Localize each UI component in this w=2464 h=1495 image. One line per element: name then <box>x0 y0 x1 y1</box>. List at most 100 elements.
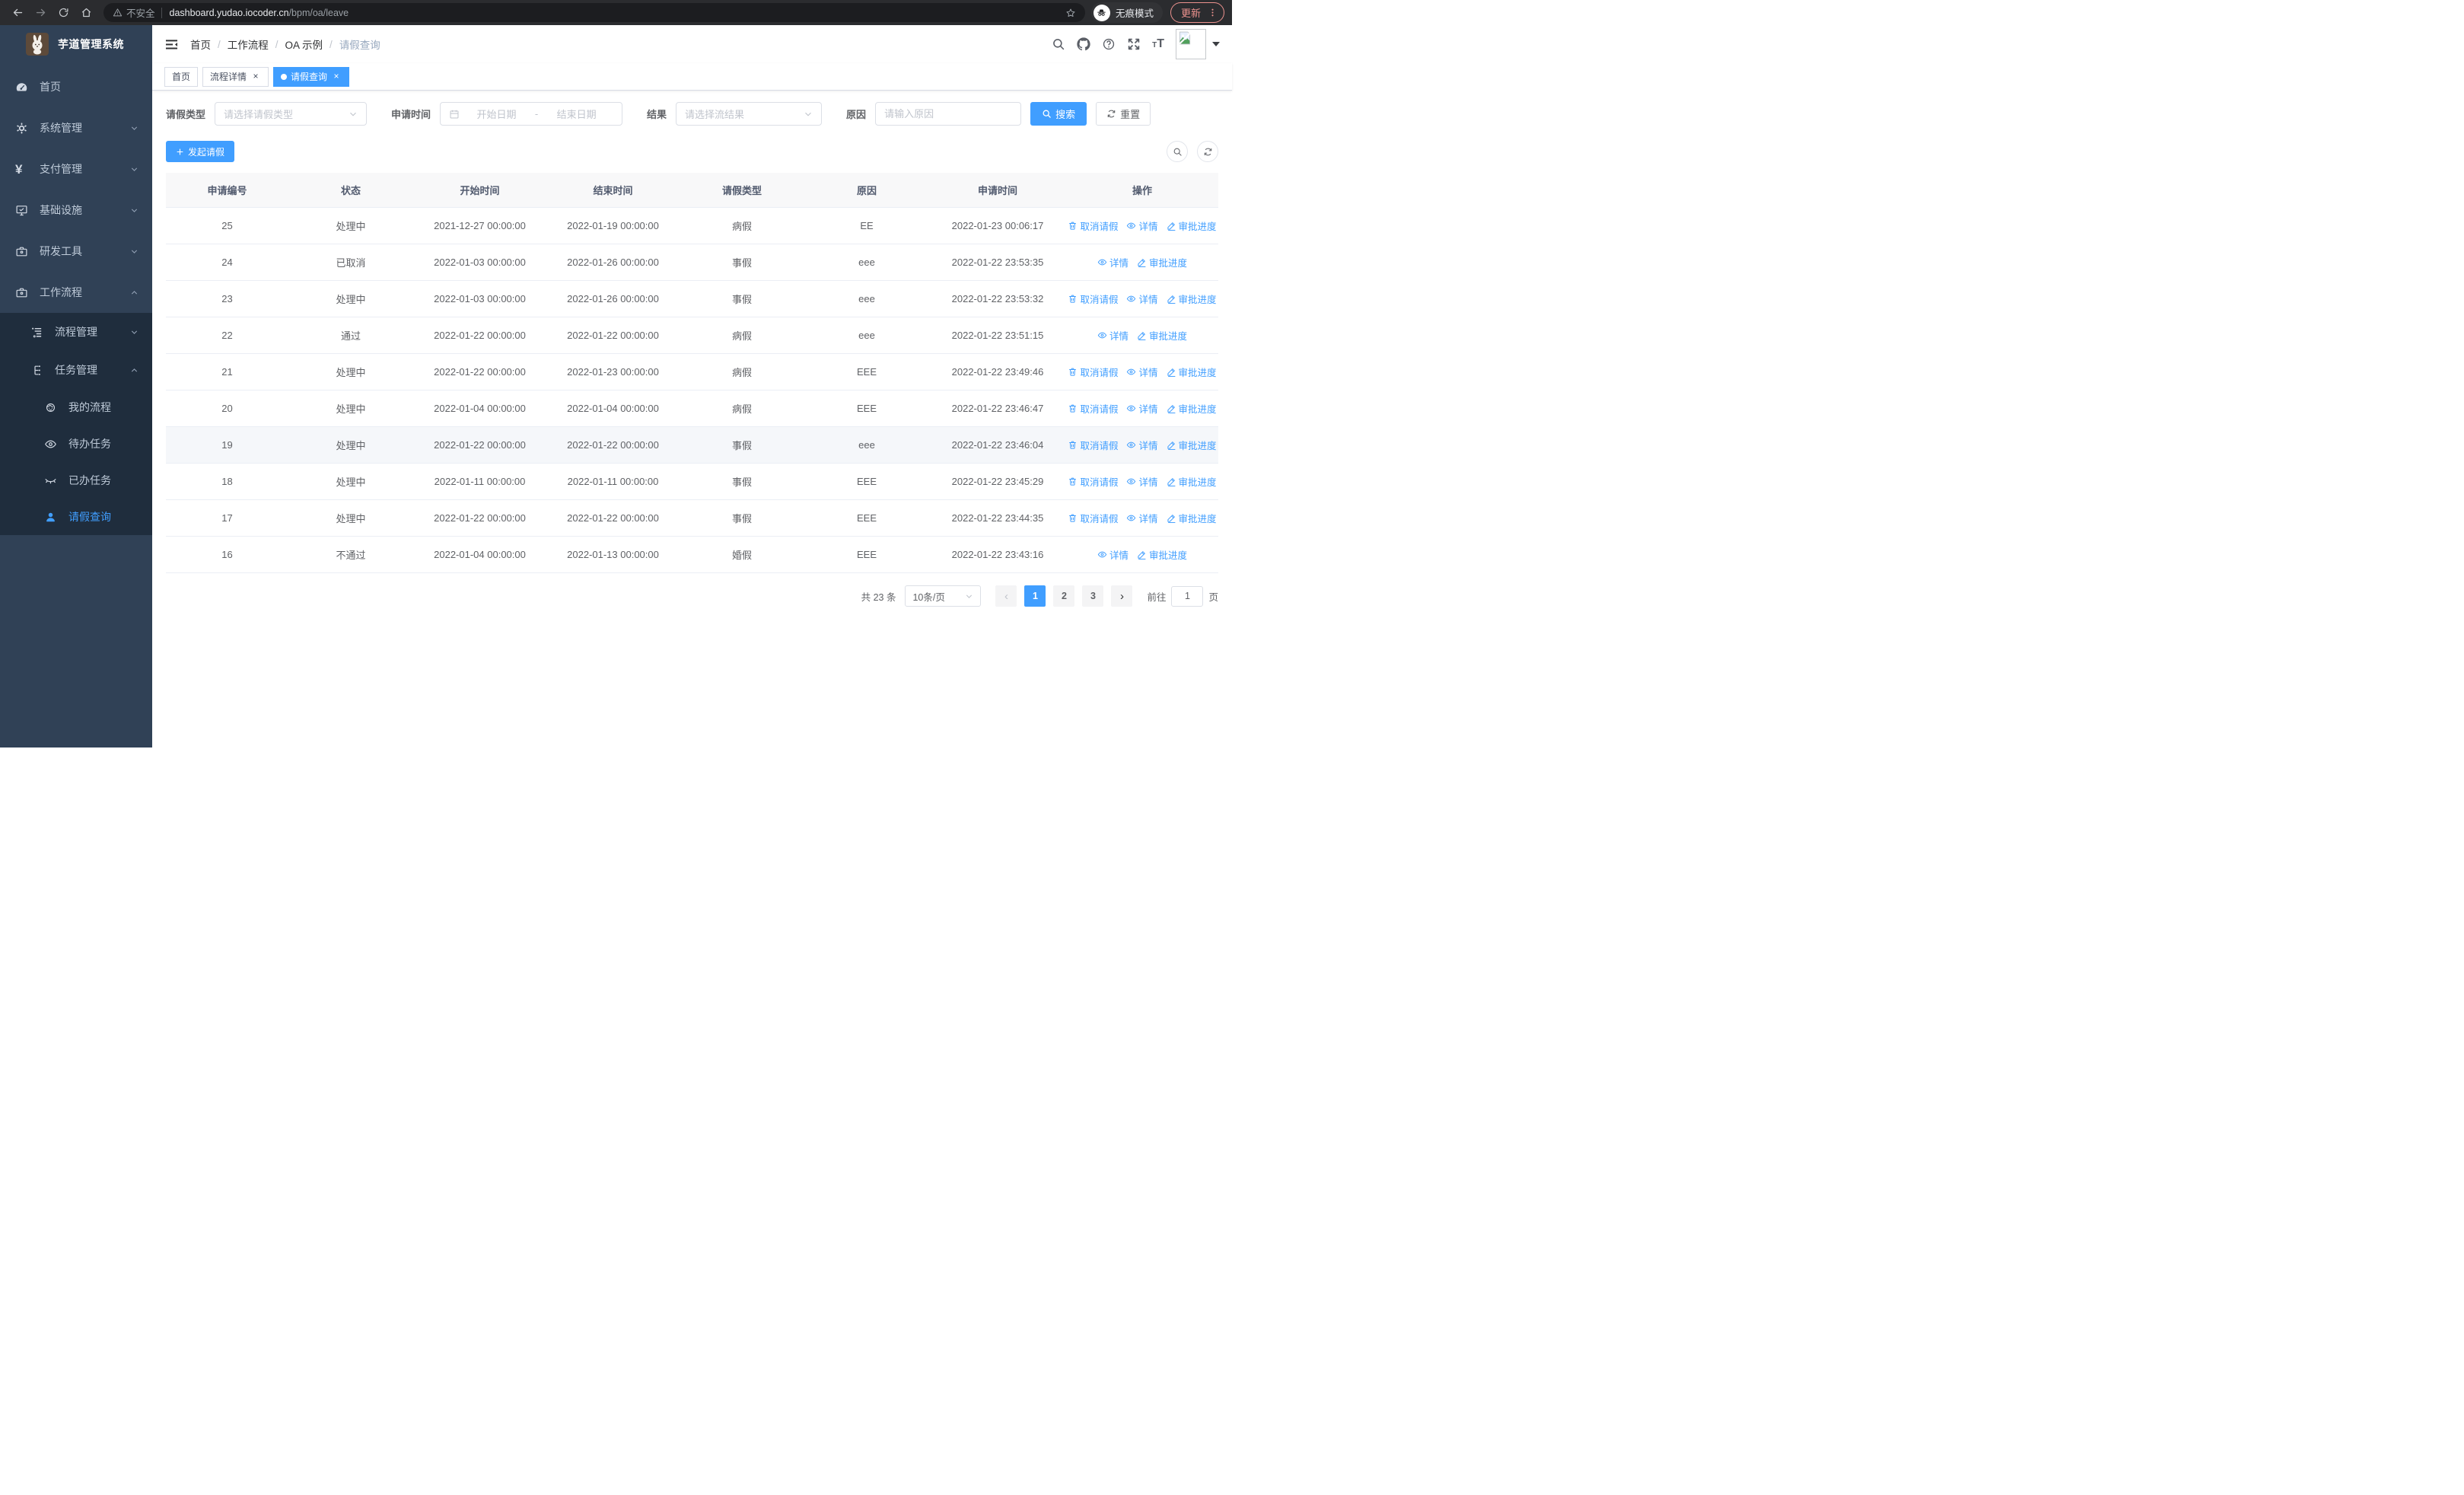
result-label: 结果 <box>647 109 667 120</box>
breadcrumb-oa-example[interactable]: OA 示例 <box>285 37 323 52</box>
bookmark-star-icon[interactable] <box>1065 8 1076 18</box>
tab-leave-query[interactable]: 请假查询 × <box>273 66 350 87</box>
table-search-toggle-icon[interactable] <box>1167 141 1188 162</box>
cancel-leave-link[interactable]: 取消请假 <box>1068 511 1118 525</box>
cancel-leave-link[interactable]: 取消请假 <box>1068 365 1118 379</box>
cell-id: 25 <box>221 220 233 231</box>
url-path: /bpm/oa/leave <box>288 7 349 18</box>
select-placeholder: 请选择请假类型 <box>224 109 294 120</box>
page-button-1[interactable]: 1 <box>1024 585 1046 607</box>
browser-menu-dots-icon[interactable] <box>1208 8 1218 18</box>
detail-link[interactable]: 详情 <box>1097 328 1129 343</box>
cell-status: 处理中 <box>336 403 366 415</box>
page-button-2[interactable]: 2 <box>1053 585 1075 607</box>
breadcrumb-workflow[interactable]: 工作流程 <box>228 37 269 52</box>
start-date-placeholder[interactable]: 开始日期 <box>460 107 533 121</box>
browser-home-icon[interactable] <box>76 3 96 23</box>
detail-link[interactable]: 详情 <box>1126 438 1158 452</box>
url-host: dashboard.yudao.iocoder.cn <box>169 7 289 18</box>
browser-back-icon[interactable] <box>8 3 27 23</box>
page-button-3[interactable]: 3 <box>1082 585 1104 607</box>
reason-input[interactable] <box>875 102 1022 126</box>
tab-process-detail[interactable]: 流程详情 × <box>202 66 269 87</box>
cancel-leave-link[interactable]: 取消请假 <box>1068 401 1118 416</box>
help-icon[interactable] <box>1102 37 1116 51</box>
detail-link[interactable]: 详情 <box>1126 511 1158 525</box>
cell-id: 17 <box>221 512 233 524</box>
avatar[interactable] <box>1176 29 1206 59</box>
progress-link[interactable]: 审批进度 <box>1167 474 1217 489</box>
cancel-leave-link[interactable]: 取消请假 <box>1068 292 1118 306</box>
security-label[interactable]: 不安全 <box>126 5 155 20</box>
sidebar-item-task-management[interactable]: 任务管理 <box>0 351 152 389</box>
sidebar-collapse-icon[interactable] <box>164 37 179 52</box>
sidebar-item-leave-query[interactable]: 请假查询 <box>0 499 152 535</box>
detail-link[interactable]: 详情 <box>1126 401 1158 416</box>
detail-link[interactable]: 详情 <box>1126 218 1158 233</box>
progress-link[interactable]: 审批进度 <box>1167 401 1217 416</box>
browser-reload-icon[interactable] <box>53 3 73 23</box>
end-date-placeholder[interactable]: 结束日期 <box>540 107 613 121</box>
github-icon[interactable] <box>1077 37 1090 51</box>
table-row: 20 处理中 2022-01-04 00:00:00 2022-01-04 00:00… <box>166 390 1218 427</box>
detail-link[interactable]: 详情 <box>1097 547 1129 562</box>
breadcrumb-home[interactable]: 首页 <box>190 37 211 52</box>
goto-page-input[interactable] <box>1171 585 1204 607</box>
progress-link[interactable]: 审批进度 <box>1167 218 1217 233</box>
avatar-caret-icon[interactable] <box>1212 42 1220 46</box>
sidebar-item-todo-tasks[interactable]: 待办任务 <box>0 426 152 462</box>
progress-link[interactable]: 审批进度 <box>1167 438 1217 452</box>
sidebar-item-workflow[interactable]: 工作流程 <box>0 272 152 313</box>
sidebar-item-infrastructure[interactable]: 基础设施 <box>0 190 152 231</box>
fullscreen-icon[interactable] <box>1127 37 1141 51</box>
sidebar-item-payment[interactable]: ¥ 支付管理 <box>0 148 152 190</box>
trash-icon <box>1069 441 1077 449</box>
progress-link[interactable]: 审批进度 <box>1137 328 1187 343</box>
page-size-select[interactable]: 10条/页 <box>905 585 982 607</box>
column-header: 状态 <box>340 185 361 196</box>
close-icon[interactable]: × <box>331 71 342 82</box>
sidebar-item-system[interactable]: 系统管理 <box>0 107 152 148</box>
update-label[interactable]: 更新 <box>1181 5 1201 20</box>
font-size-icon[interactable]: TT <box>1152 38 1164 50</box>
detail-link[interactable]: 详情 <box>1126 474 1158 489</box>
cell-applyTime: 2022-01-22 23:45:29 <box>951 476 1044 487</box>
tab-home[interactable]: 首页 <box>164 66 199 87</box>
reset-button[interactable]: 重置 <box>1096 102 1151 126</box>
top-navbar: 首页 / 工作流程 / OA 示例 / 请假查询 T T <box>152 25 1232 63</box>
cancel-leave-link[interactable]: 取消请假 <box>1068 474 1118 489</box>
close-icon[interactable]: × <box>250 71 261 82</box>
create-leave-button[interactable]: 发起请假 <box>166 141 235 162</box>
progress-link[interactable]: 审批进度 <box>1167 511 1217 525</box>
sidebar-item-process-management[interactable]: 流程管理 <box>0 313 152 351</box>
search-button[interactable]: 搜索 <box>1030 102 1087 126</box>
url-bar[interactable]: 不安全 dashboard.yudao.iocoder.cn/bpm/oa/le… <box>103 3 1085 22</box>
prev-page-button[interactable]: ‹ <box>995 585 1017 607</box>
process-list-icon <box>30 326 43 339</box>
sidebar-item-done-tasks[interactable]: 已办任务 <box>0 462 152 499</box>
app-logo-row[interactable]: 芋道管理系统 <box>0 25 152 63</box>
cancel-leave-link[interactable]: 取消请假 <box>1068 218 1118 233</box>
cancel-leave-link[interactable]: 取消请假 <box>1068 438 1118 452</box>
table-refresh-icon[interactable] <box>1197 141 1218 162</box>
cell-id: 20 <box>221 403 233 414</box>
browser-update-button[interactable]: 更新 <box>1170 2 1224 23</box>
detail-link[interactable]: 详情 <box>1126 292 1158 306</box>
progress-link[interactable]: 审批进度 <box>1137 255 1187 269</box>
progress-link[interactable]: 审批进度 <box>1167 365 1217 379</box>
result-select[interactable]: 请选择流结果 <box>676 102 823 126</box>
detail-link[interactable]: 详情 <box>1097 255 1129 269</box>
browser-forward-icon[interactable] <box>30 3 50 23</box>
detail-link[interactable]: 详情 <box>1126 365 1158 379</box>
progress-link[interactable]: 审批进度 <box>1167 292 1217 306</box>
sidebar-item-home[interactable]: 首页 <box>0 66 152 107</box>
sidebar-item-my-process[interactable]: 我的流程 <box>0 389 152 426</box>
action-label: 取消请假 <box>1080 368 1119 378</box>
next-page-button[interactable]: › <box>1111 585 1133 607</box>
leave-type-select[interactable]: 请选择请假类型 <box>215 102 368 126</box>
sidebar-item-dev-tools[interactable]: 研发工具 <box>0 231 152 272</box>
sidebar: 芋道管理系统 首页 系统管理 ¥ 支付管理 基础设施 研发工具 工作流程 流程管… <box>0 25 152 748</box>
progress-link[interactable]: 审批进度 <box>1137 547 1187 562</box>
apply-time-range-picker[interactable]: 开始日期 - 结束日期 <box>440 102 623 126</box>
header-search-icon[interactable] <box>1052 37 1065 51</box>
